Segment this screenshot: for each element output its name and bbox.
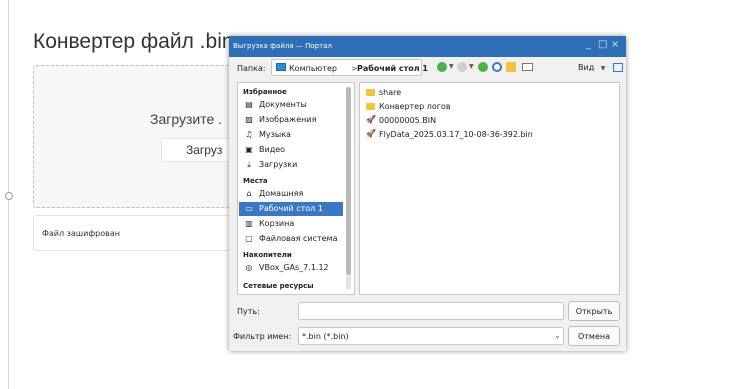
forward-icon[interactable] bbox=[457, 62, 467, 72]
rocket-icon: 🚀 bbox=[366, 115, 376, 124]
sidebar-item-home[interactable]: ⌂ Домашняя bbox=[239, 187, 343, 201]
new-folder-icon[interactable] bbox=[506, 62, 516, 72]
detail-view-icon[interactable] bbox=[613, 63, 623, 72]
sidebar-item-label: Документы bbox=[259, 100, 307, 109]
folder-label: Папка: bbox=[237, 64, 266, 73]
computer-icon bbox=[276, 63, 286, 71]
sidebar-item-video[interactable]: ▣ Видео bbox=[239, 143, 343, 157]
file-dialog: Выгрузка файла — Портал _ □ × Папка: Ком… bbox=[229, 36, 626, 351]
home-icon: ⌂ bbox=[246, 189, 252, 198]
sidebar-item-documents[interactable]: ▤ Документы bbox=[239, 98, 343, 112]
music-icon: ♫ bbox=[245, 130, 253, 139]
sidebar-item-filesystem[interactable]: ▢ Файловая система bbox=[239, 232, 343, 246]
file-name: Конвертер логов bbox=[379, 102, 451, 111]
drive-icon: ▢ bbox=[245, 234, 253, 243]
folder-icon bbox=[366, 89, 375, 96]
dialog-titlebar[interactable]: Выгрузка файла — Портал _ □ × bbox=[229, 36, 626, 57]
section-devices: Накопители bbox=[243, 251, 292, 259]
image-icon: ▨ bbox=[245, 115, 253, 124]
download-icon: ⤓ bbox=[247, 160, 251, 169]
page-title: Конвертер файл .bin bbox=[33, 30, 234, 53]
sidebar-item-downloads[interactable]: ⤓ Загрузки bbox=[239, 158, 343, 172]
sidebar-item-vbox[interactable]: ◎ VBox_GAs_7.1.12 bbox=[239, 261, 343, 275]
breadcrumb-computer[interactable]: Компьютер bbox=[289, 64, 337, 73]
section-places: Места bbox=[243, 177, 268, 185]
path-label: Путь: bbox=[237, 307, 260, 316]
back-icon[interactable] bbox=[437, 62, 447, 72]
sidebar-item-label: Рабочий стол 1 bbox=[259, 204, 323, 213]
video-icon: ▣ bbox=[245, 145, 253, 154]
places-sidebar: Избранное ▤ Документы ▨ Изображения ♫ Му… bbox=[237, 82, 355, 295]
sidebar-item-label: Видео bbox=[259, 145, 286, 154]
maximize-button[interactable]: □ bbox=[598, 39, 607, 50]
desktop-icon: ▭ bbox=[245, 204, 253, 213]
sidebar-item-label: Домашняя bbox=[259, 189, 304, 198]
file-name: FlyData_2025.03.17_10-08-36-392.bin bbox=[379, 130, 533, 139]
disc-icon: ◎ bbox=[245, 263, 253, 272]
resize-handle[interactable] bbox=[5, 192, 13, 200]
breadcrumb-desktop[interactable]: Рабочий стол 1 bbox=[357, 64, 428, 73]
path-input[interactable] bbox=[298, 302, 564, 320]
filter-select[interactable]: *.bin (*.bin) ⌄ bbox=[298, 327, 564, 345]
view-label: Вид bbox=[578, 63, 595, 72]
section-network: Сетевые ресурсы bbox=[243, 282, 314, 290]
forward-dropdown-icon[interactable]: ▼ bbox=[469, 63, 474, 70]
list-view-icon[interactable] bbox=[522, 63, 533, 71]
chevron-down-icon: ⌄ bbox=[554, 331, 561, 340]
sidebar-item-label: Файловая система bbox=[259, 234, 338, 243]
file-name: 00000005.BIN bbox=[379, 116, 437, 125]
refresh-icon[interactable] bbox=[492, 62, 502, 72]
sidebar-item-label: Изображения bbox=[259, 115, 317, 124]
file-list: share Конвертер логов 🚀 00000005.BIN 🚀 F… bbox=[359, 82, 620, 295]
trash-icon: ▥ bbox=[245, 219, 253, 228]
sidebar-item-desktop[interactable]: ▭ Рабочий стол 1 bbox=[239, 202, 343, 216]
close-button[interactable]: × bbox=[611, 39, 619, 50]
document-icon: ▤ bbox=[245, 100, 253, 109]
up-icon[interactable] bbox=[478, 62, 488, 72]
filter-label: Фильтр имен: bbox=[233, 332, 292, 341]
sidebar-item-images[interactable]: ▨ Изображения bbox=[239, 113, 343, 127]
folder-icon bbox=[366, 103, 375, 110]
minimize-button[interactable]: _ bbox=[586, 39, 591, 50]
sidebar-item-music[interactable]: ♫ Музыка bbox=[239, 128, 343, 142]
section-favorites: Избранное bbox=[243, 88, 287, 96]
sidebar-item-label: Загрузки bbox=[259, 160, 298, 169]
sidebar-item-trash[interactable]: ▥ Корзина bbox=[239, 217, 343, 231]
breadcrumb: Компьютер > Рабочий стол 1 bbox=[271, 59, 428, 76]
sidebar-item-label: Музыка bbox=[259, 130, 291, 139]
open-button[interactable]: Открыть bbox=[568, 301, 620, 321]
view-dropdown-icon: ▼ bbox=[600, 65, 606, 72]
encrypted-label: Файл зашифрован bbox=[42, 229, 120, 238]
upload-prompt: Загрузите . bbox=[150, 111, 223, 127]
sidebar-item-label: VBox_GAs_7.1.12 bbox=[259, 263, 329, 272]
cancel-button[interactable]: Отмена bbox=[568, 326, 620, 346]
sidebar-item-label: Корзина bbox=[259, 219, 295, 228]
rocket-icon: 🚀 bbox=[366, 129, 376, 138]
file-name: share bbox=[379, 88, 402, 97]
view-menu-button[interactable]: Вид ▼ bbox=[578, 63, 605, 72]
filter-value: *.bin (*.bin) bbox=[302, 332, 349, 341]
sidebar-scrollbar-thumb[interactable] bbox=[346, 87, 351, 275]
dialog-title: Выгрузка файла — Портал bbox=[233, 42, 332, 50]
back-dropdown-icon[interactable]: ▼ bbox=[449, 63, 454, 70]
